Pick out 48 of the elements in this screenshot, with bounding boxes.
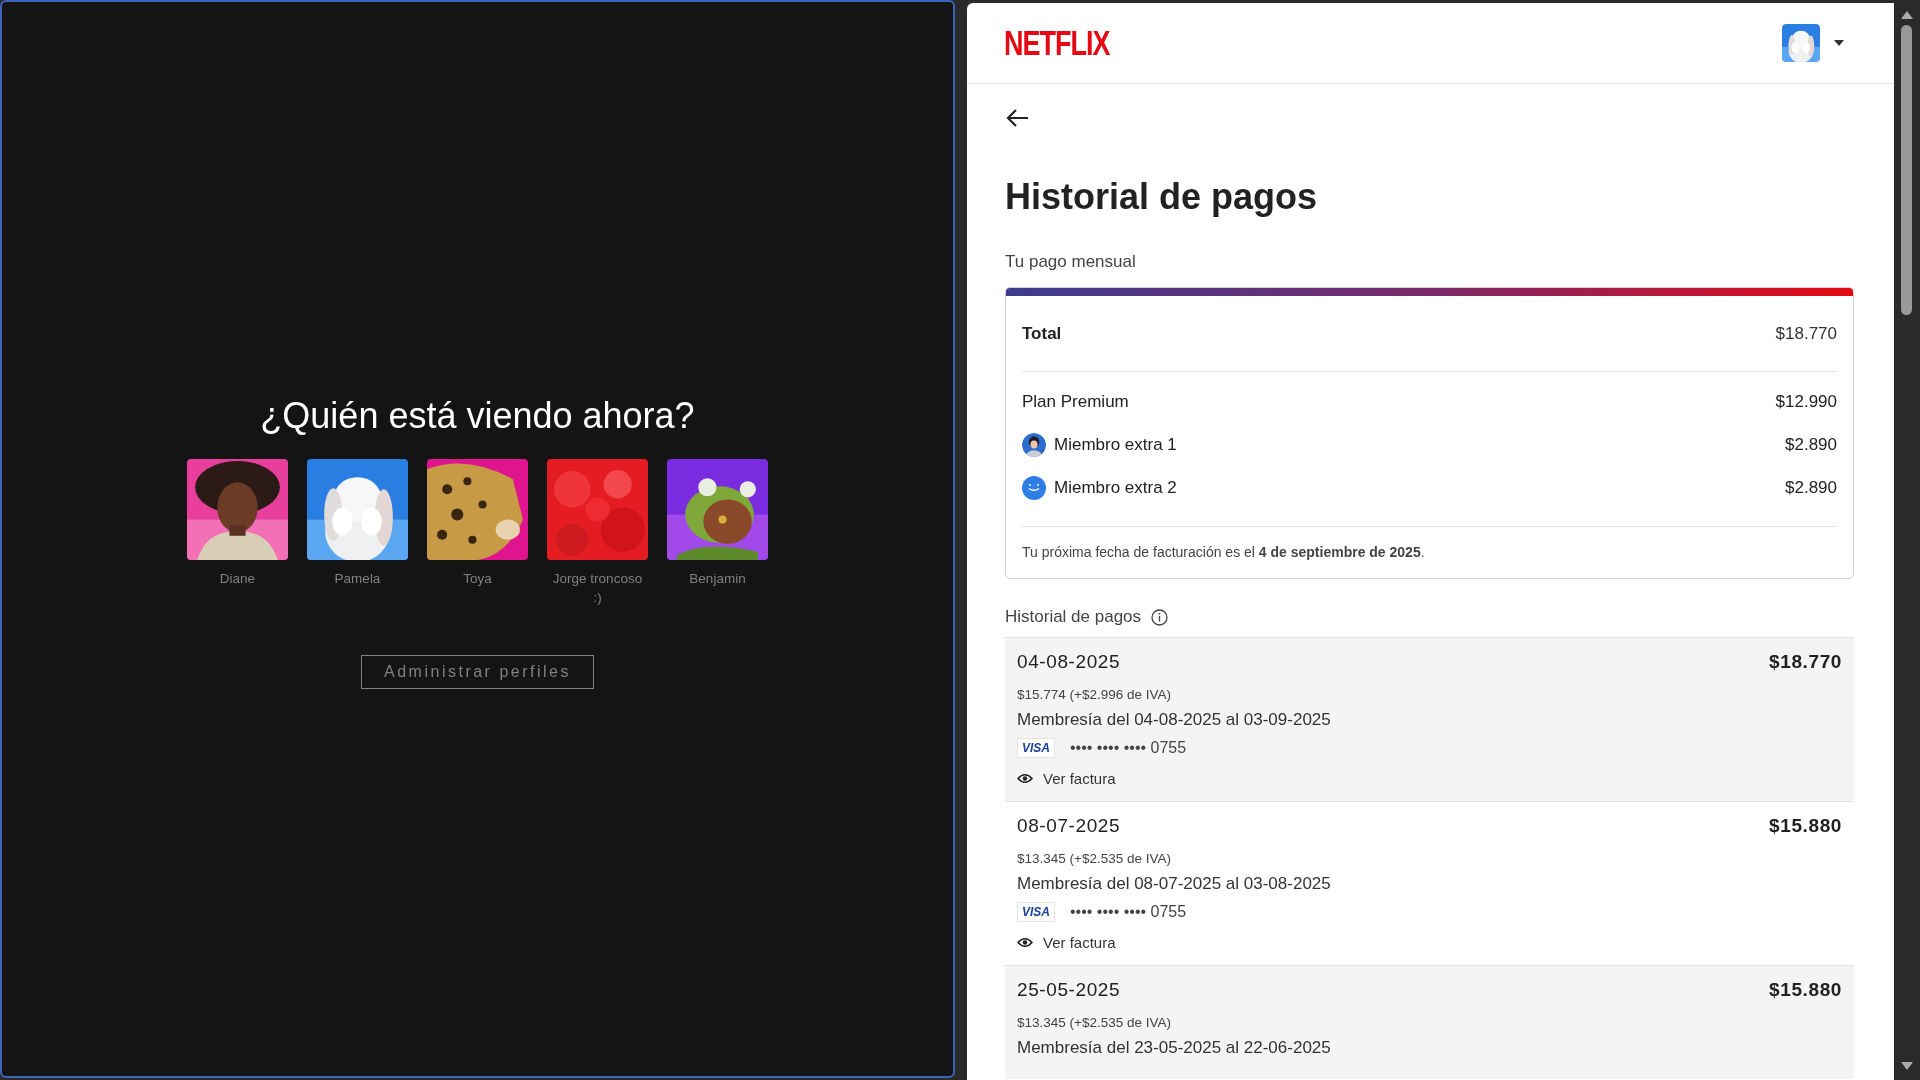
total-label: Total (1022, 323, 1062, 344)
profile-name[interactable]: Pamela (307, 569, 408, 588)
invoice-link[interactable]: Ver factura (1017, 934, 1116, 951)
tax-breakdown: $13.345 (+$2.535 de IVA) (1017, 1015, 1172, 1030)
plan-name: Plan Premium (1022, 392, 1129, 412)
profile-name[interactable]: Jorge troncoso :) (547, 569, 648, 607)
scrollbar[interactable] (1894, 3, 1919, 1080)
tax-breakdown: $13.345 (+$2.535 de IVA) (1017, 851, 1172, 866)
extra-member-price: $2.890 (1785, 478, 1837, 498)
extra-member-price: $2.890 (1785, 435, 1837, 455)
netflix-logo[interactable]: NETFLIX (1004, 22, 1110, 64)
info-icon[interactable] (1151, 608, 1169, 626)
smiley-avatar-icon (1022, 476, 1046, 500)
back-arrow-icon[interactable] (1005, 108, 1029, 128)
payment-date: 08-07-2025 (1017, 815, 1121, 837)
extra-member-name: Miembro extra 1 (1054, 435, 1177, 455)
invoice-link[interactable]: Ver factura (1017, 770, 1116, 787)
page-title: Historial de pagos (1005, 176, 1319, 218)
membership-period: Membresía del 08-07-2025 al 03-08-2025 (1017, 874, 1332, 894)
card-number: •••• •••• •••• 0755 (1070, 903, 1187, 921)
payment-date: 25-05-2025 (1017, 979, 1121, 1001)
profiles-heading: ¿Quién está viendo ahora? (260, 395, 695, 437)
payment-amount: $18.770 (1769, 651, 1842, 673)
scroll-up-icon[interactable] (1900, 11, 1913, 19)
card-brand-logo: VISA (1017, 738, 1055, 758)
membership-period: Membresía del 23-05-2025 al 22-06-2025 (1017, 1038, 1332, 1058)
extra-member-name: Miembro extra 2 (1054, 478, 1177, 498)
tax-breakdown: $15.774 (+$2.996 de IVA) (1017, 687, 1172, 702)
membership-period: Membresía del 04-08-2025 al 03-09-2025 (1017, 710, 1332, 730)
eye-icon (1017, 773, 1033, 784)
scrollbar-thumb[interactable] (1901, 25, 1912, 315)
card-number: •••• •••• •••• 0755 (1070, 739, 1187, 757)
section-label: Historial de pagos (1005, 607, 1142, 627)
profile-name[interactable]: Diane (187, 569, 288, 588)
next-billing-text: Tu próxima fecha de facturación es el 4 de septiembre de 2025. (1022, 543, 1426, 562)
payment-amount: $15.880 (1769, 979, 1842, 1001)
card-brand-logo: VISA (1017, 902, 1055, 922)
payment-date: 04-08-2025 (1017, 651, 1121, 673)
eye-icon (1017, 937, 1033, 948)
profile-name[interactable]: Benjamin (667, 569, 768, 588)
caret-icon[interactable] (1834, 40, 1844, 46)
payment-amount: $15.880 (1769, 815, 1842, 837)
section-label: Tu pago mensual (1005, 252, 1137, 272)
plan-price: $12.990 (1775, 392, 1837, 412)
manage-profiles-button[interactable]: Administrar perfiles (361, 655, 594, 689)
total-amount: $18.770 (1775, 323, 1837, 344)
profile-name[interactable]: Toya (427, 569, 528, 588)
scroll-down-icon[interactable] (1900, 1062, 1913, 1070)
